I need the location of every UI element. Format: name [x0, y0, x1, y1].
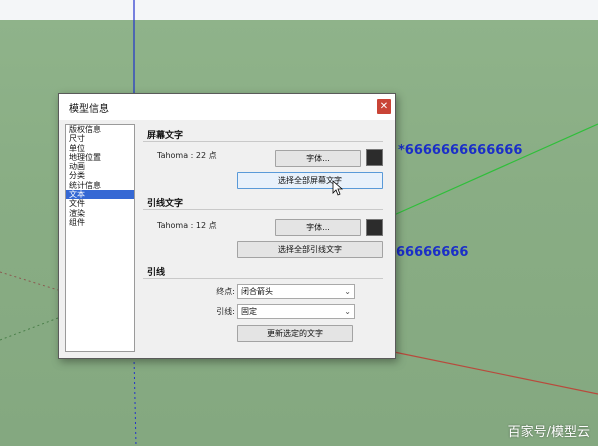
sidebar-item-geolocation[interactable]: 地理位置 [66, 153, 134, 162]
section-divider [143, 209, 383, 210]
sidebar-item-text[interactable]: 文本 [66, 190, 134, 200]
screen-text-font-button[interactable]: 字体... [275, 150, 361, 167]
sidebar-item-components[interactable]: 组件 [66, 218, 134, 227]
select-all-leader-text-button[interactable]: 选择全部引线文字 [237, 241, 383, 258]
scene-leader-text: 66666666 [396, 245, 469, 260]
update-selected-text-button[interactable]: 更新选定的文字 [237, 325, 353, 342]
select-all-screen-text-button[interactable]: 选择全部屏幕文字 [237, 172, 383, 189]
leader-text-color-swatch[interactable] [366, 219, 383, 236]
leader-text-heading: 引线文字 [147, 199, 184, 209]
green-axis-dotted-line [0, 317, 59, 341]
leader-label: 引线: [216, 307, 235, 316]
leader-lines-heading: 引线 [147, 268, 166, 278]
sidebar-item-dimensions[interactable]: 尺寸 [66, 134, 134, 143]
section-divider [143, 278, 383, 279]
dialog-titlebar[interactable]: 模型信息 ✕ [59, 94, 395, 120]
sidebar-item-file[interactable]: 文件 [66, 199, 134, 208]
close-icon[interactable]: ✕ [377, 99, 391, 114]
screen-text-heading: 屏幕文字 [147, 131, 184, 141]
screen-text-color-swatch[interactable] [366, 149, 383, 166]
sidebar-item-statistics[interactable]: 统计信息 [66, 181, 134, 190]
watermark-text: 百家号/模型云 [507, 425, 590, 440]
sidebar-item-copyright[interactable]: 版权信息 [66, 125, 134, 134]
category-list: 版权信息 尺寸 单位 地理位置 动画 分类 统计信息 文本 文件 渲染 组件 [65, 124, 135, 352]
chevron-down-icon: ⌄ [344, 287, 351, 296]
sidebar-item-units[interactable]: 单位 [66, 144, 134, 153]
section-divider [143, 141, 383, 142]
chevron-down-icon: ⌄ [344, 307, 351, 316]
leader-text-font-label: Tahoma : 12 点 [157, 221, 217, 230]
mouse-pointer-icon [332, 180, 344, 196]
model-info-dialog: 模型信息 ✕ 版权信息 尺寸 单位 地理位置 动画 分类 统计信息 文本 文件 … [58, 93, 396, 359]
endpoint-select-value: 闭合箭头 [241, 287, 273, 296]
red-axis-line [393, 351, 598, 395]
sidebar-item-classification[interactable]: 分类 [66, 171, 134, 180]
sidebar-item-animation[interactable]: 动画 [66, 162, 134, 171]
green-axis-line [393, 123, 598, 216]
blue-axis-dotted-line [133, 356, 137, 446]
leader-text-font-button[interactable]: 字体... [275, 219, 361, 236]
leader-select-value: 固定 [241, 307, 257, 316]
endpoint-select[interactable]: 闭合箭头 ⌄ [237, 284, 355, 299]
leader-select[interactable]: 固定 ⌄ [237, 304, 355, 319]
screen-text-font-label: Tahoma : 22 点 [157, 151, 217, 160]
red-axis-dotted-line [0, 271, 59, 291]
scene-screen-text: *6666666666666 [398, 143, 523, 158]
dialog-title: 模型信息 [69, 104, 109, 115]
endpoint-label: 终点: [216, 287, 235, 296]
sidebar-item-rendering[interactable]: 渲染 [66, 209, 134, 218]
